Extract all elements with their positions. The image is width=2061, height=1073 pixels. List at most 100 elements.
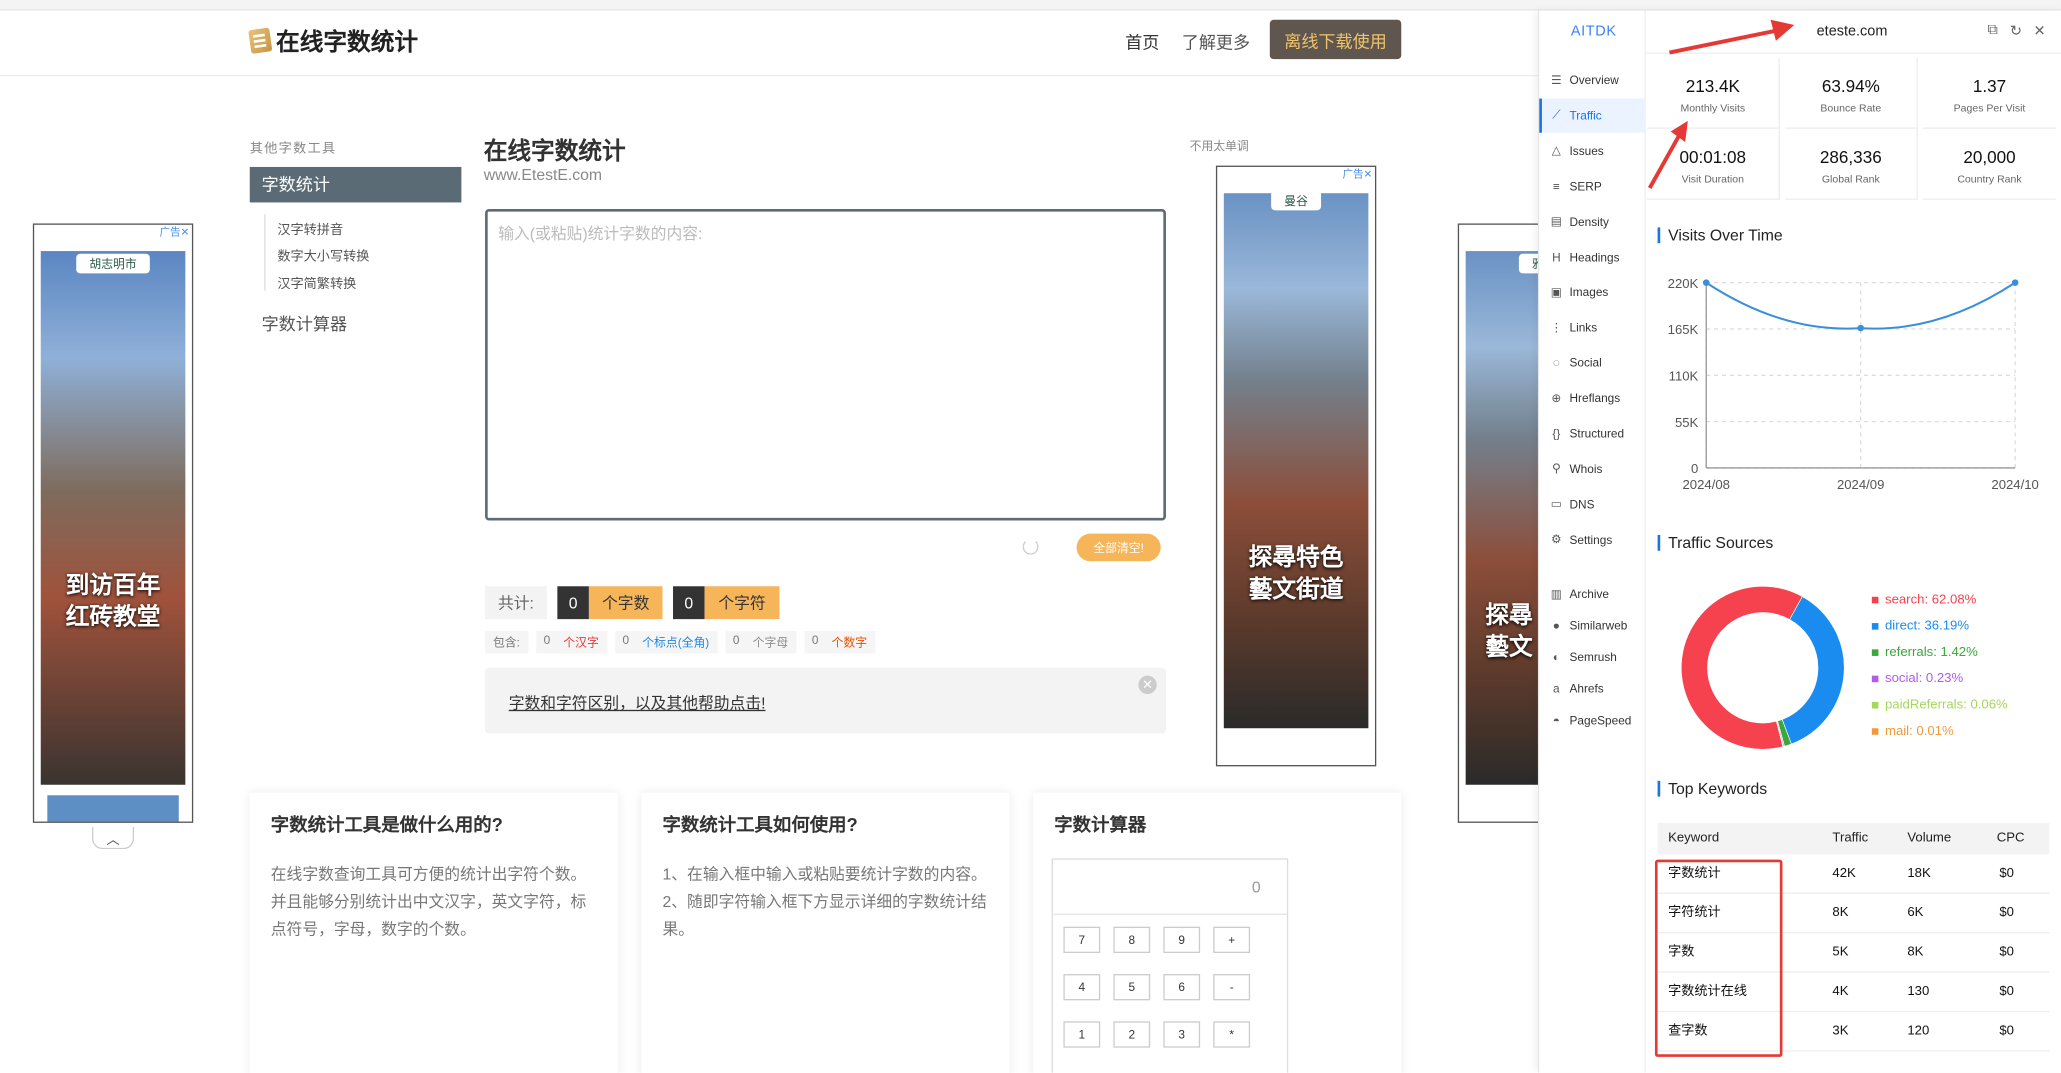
calc-key-8[interactable]: 1 — [1063, 1021, 1101, 1048]
nav-more-link[interactable]: 了解更多 — [1182, 29, 1250, 54]
sidebar-item-word-count[interactable]: 字数统计 — [249, 166, 462, 203]
ext-menu-dns[interactable]: ▭ DNS — [1539, 487, 1645, 521]
calc-key-10[interactable]: 3 — [1163, 1021, 1201, 1048]
ext-external-label: Similarweb — [1569, 619, 1628, 633]
offline-download-button[interactable]: 离线下载使用 — [1269, 19, 1402, 60]
ext-menu-links[interactable]: ⋮ Links — [1539, 311, 1645, 345]
ext-external-similarweb[interactable]: ● Similarweb — [1539, 609, 1645, 643]
calc-key-1[interactable]: 8 — [1113, 926, 1151, 954]
include-chinese: 0 个汉字 — [535, 630, 607, 654]
ext-external-pagespeed[interactable]: ◓ PageSpeed — [1539, 703, 1645, 737]
ahrefs-icon: a — [1553, 682, 1560, 696]
ext-menu-headings[interactable]: H Headings — [1539, 240, 1645, 274]
ext-menu-social[interactable]: ◌ Social — [1539, 346, 1645, 380]
sidebar-subitem-trad-simp[interactable]: 汉字简繁转换 — [277, 272, 356, 291]
calc-key-2[interactable]: 9 — [1163, 926, 1201, 954]
site-logo[interactable]: 在线字数统计 — [248, 24, 418, 58]
page-subtitle: www.EtestE.com — [483, 165, 603, 185]
data-point — [1702, 279, 1710, 286]
ad-middle[interactable]: 曼谷 广告✕ 探尋特色 藝文街道 — [1215, 165, 1377, 767]
ext-menu-issues[interactable]: △ Issues — [1539, 134, 1645, 168]
close-icon[interactable]: ✕ — [1138, 675, 1157, 695]
ad-image — [40, 251, 186, 785]
ad-location-tag: 胡志明市 — [76, 253, 150, 274]
visits-section-title: Visits Over Time — [1657, 227, 1783, 244]
browser-top-strip — [0, 0, 2061, 11]
sidebar-subitem-number-case[interactable]: 数字大小写转换 — [277, 244, 369, 264]
metric-value: 213.4K — [1685, 76, 1740, 96]
calc-key-0[interactable]: 7 — [1063, 926, 1101, 954]
count-textarea[interactable]: 输入(或粘贴)统计字数的内容: — [485, 209, 1166, 521]
right-heading: 不用太单调 — [1189, 139, 1249, 153]
structured-icon: {} — [1552, 427, 1561, 441]
notepad-icon — [248, 27, 273, 54]
ad-close-badge[interactable]: 广告✕ — [159, 225, 189, 239]
ext-menu-overview[interactable]: ☰ Overview — [1539, 63, 1645, 97]
traffic-cell: 42K — [1832, 866, 1856, 881]
calc-key-9[interactable]: 2 — [1113, 1021, 1151, 1048]
metric-value: 20,000 — [1963, 147, 2016, 167]
arrow-to-domain — [1669, 19, 1795, 55]
calc-key-4[interactable]: 4 — [1063, 974, 1101, 1001]
sidebar-item-calculator[interactable]: 字数计算器 — [262, 310, 347, 335]
close-icon[interactable]: ✕ — [2034, 22, 2046, 40]
aitdk-extension-panel: AITDK ☰ Overview ⟋ Traffic △ Issues ≡ SERP ▤ Dens… — [1537, 10, 2061, 1073]
extension-domain: eteste.com — [1816, 23, 1888, 40]
card-calculator: 字数计算器 0 7 8 9 +4 5 6- 1 2 3 * — [1033, 792, 1402, 1073]
legend-label: direct: 36.19% — [1884, 619, 1970, 634]
ext-menu-images[interactable]: ▣ Images — [1539, 275, 1645, 309]
extension-brand: AITDK — [1570, 23, 1617, 40]
data-point — [2011, 279, 2019, 286]
x-tick-label: 2024/08 — [1682, 477, 1729, 492]
chevron-up-icon[interactable]: ︿ — [92, 826, 135, 850]
ext-menu-whois[interactable]: ⚲ Whois — [1539, 452, 1645, 486]
ext-menu-label: Overview — [1569, 73, 1619, 87]
calc-key-5[interactable]: 5 — [1113, 974, 1151, 1001]
similarweb-icon: ● — [1552, 619, 1560, 633]
ext-menu-structured[interactable]: {} Structured — [1539, 417, 1645, 451]
keywords-section-title: Top Keywords — [1657, 780, 1767, 797]
metric-pages-per-visit: 1.37 Pages Per Visit — [1923, 58, 2056, 129]
ad-right[interactable]: 雅 探尋藝文 — [1457, 223, 1550, 823]
metric-country-rank: 20,000 Country Rank — [1923, 129, 2056, 200]
ext-menu-label: Settings — [1569, 533, 1613, 547]
traffic-cell: 5K — [1832, 945, 1849, 960]
col-volume: Volume — [1907, 830, 1952, 846]
word-count-value: 0 — [557, 586, 589, 620]
calc-key-3[interactable]: + — [1213, 926, 1251, 954]
y-tick-label: 110K — [1669, 369, 1699, 384]
calc-key-6[interactable]: 6 — [1163, 974, 1201, 1001]
metric-label: Bounce Rate — [1820, 102, 1882, 115]
ext-menu-hreflangs[interactable]: ⊕ Hreflangs — [1539, 381, 1645, 415]
headings-icon: H — [1552, 250, 1561, 264]
ext-external-label: Semrush — [1569, 650, 1617, 664]
ext-menu-label: Headings — [1569, 250, 1620, 264]
visits-series-line — [1705, 281, 2016, 330]
volume-cell: 130 — [1907, 984, 1930, 1000]
ext-external-semrush[interactable]: ◐ Semrush — [1539, 640, 1645, 674]
issues-icon: △ — [1551, 143, 1561, 157]
visits-line-chart: 0 55K 110K 165K 220K 2024/08 2024/09 2024/10 — [1668, 276, 2039, 492]
ext-external-archive[interactable]: ▥ Archive — [1539, 577, 1645, 611]
metric-value: 63.94% — [1821, 76, 1880, 96]
refresh-icon[interactable]: ↻ — [2010, 22, 2022, 40]
help-link[interactable]: 字数和字符区别，以及其他帮助点击! — [509, 691, 766, 713]
popout-icon[interactable]: ⧉ — [1988, 22, 1998, 39]
whois-icon: ⚲ — [1552, 461, 1561, 476]
ad-close-badge[interactable]: 广告✕ — [1342, 167, 1372, 181]
ext-menu-serp[interactable]: ≡ SERP — [1539, 169, 1645, 203]
ext-external-ahrefs[interactable]: a Ahrefs — [1539, 672, 1645, 706]
x-tick-label: 2024/09 — [1837, 477, 1884, 492]
nav-home-link[interactable]: 首页 — [1125, 29, 1159, 54]
ext-menu-traffic[interactable]: ⟋ Traffic — [1539, 98, 1646, 133]
char-count-unit: 个字符 — [704, 586, 780, 620]
cpc-cell: $0 — [1999, 905, 2014, 921]
sidebar-heading: 其他字数工具 — [249, 141, 337, 157]
calc-key-7[interactable]: - — [1213, 974, 1251, 1001]
sidebar-subitem-pinyin[interactable]: 汉字转拼音 — [277, 218, 343, 237]
ext-menu-density[interactable]: ▤ Density — [1539, 205, 1645, 239]
calc-key-11[interactable]: * — [1213, 1021, 1251, 1048]
ad-left[interactable]: 胡志明市 广告✕ 到访百年 红砖教堂 — [32, 223, 194, 823]
ext-menu-settings[interactable]: ⚙ Settings — [1539, 523, 1645, 557]
clear-all-button[interactable]: 全部清空! — [1076, 533, 1161, 562]
